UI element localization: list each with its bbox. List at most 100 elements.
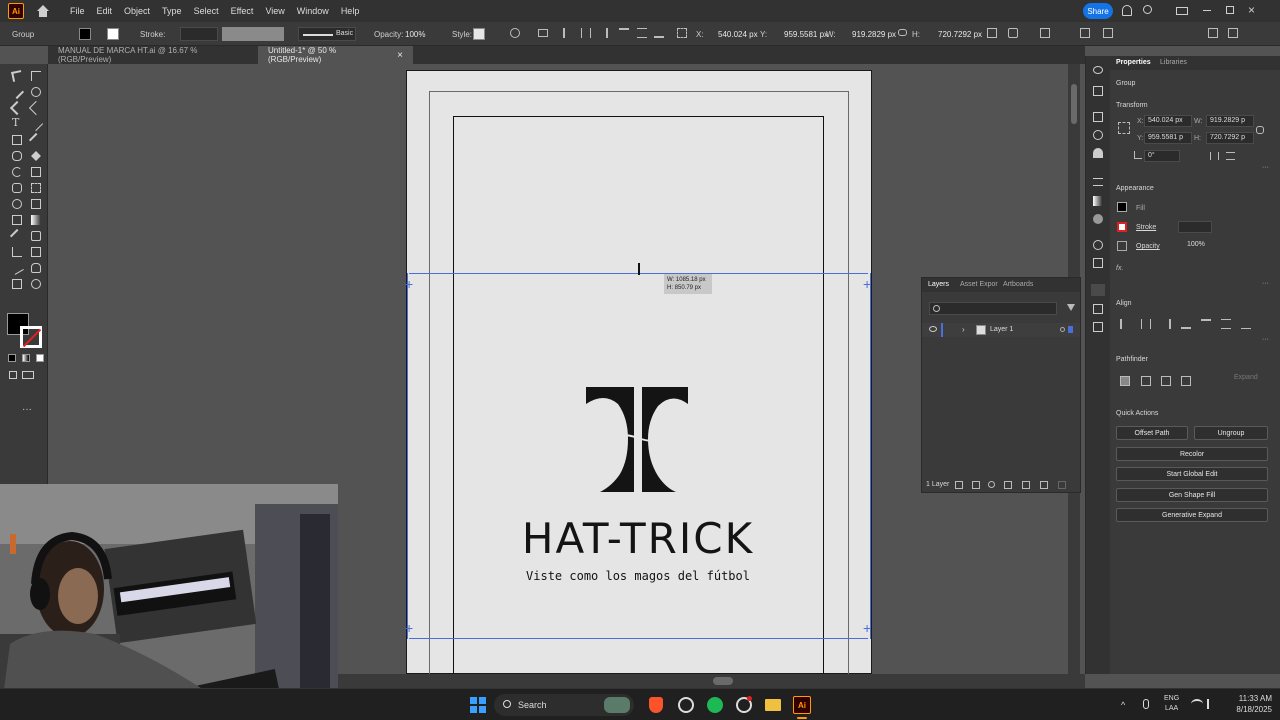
y-field[interactable]: 959.5581 p [1144,132,1192,144]
shape-builder-icon[interactable] [12,199,22,209]
align-top-icon[interactable] [1201,319,1211,329]
tab-manual-de-marca[interactable]: MANUAL DE MARCA HT.ai @ 16.67 % (RGB/Pre… [48,46,258,64]
constrain-proportions-icon[interactable] [1256,126,1264,134]
layers-panel-icon[interactable] [1091,284,1105,296]
none-mode-icon[interactable] [36,354,44,362]
free-transform-icon[interactable] [31,183,41,193]
graphic-styles-panel-icon[interactable] [1093,258,1103,268]
x-field[interactable]: 540.024 px [1144,115,1192,127]
brave-browser-icon[interactable] [649,697,663,713]
selection-handle-br[interactable]: + [863,621,871,635]
ht-monogram-logo[interactable] [584,384,692,496]
layer-name[interactable]: Layer 1 [990,326,1013,333]
quick-access-icon[interactable] [1103,28,1113,38]
align-hcenter-icon[interactable] [581,28,591,38]
horizontal-scrollbar[interactable] [338,674,1085,688]
menu-object[interactable]: Object [124,6,150,16]
artboard-tool-icon[interactable] [31,247,41,257]
region-label[interactable]: LAA [1165,705,1178,712]
gradient-panel-icon[interactable] [1093,196,1103,206]
magic-wand-icon[interactable] [9,84,25,100]
align-more-icon[interactable]: ··· [1262,336,1269,343]
tab-layers[interactable]: Layers [928,281,949,288]
tab-properties[interactable]: Properties [1116,59,1151,66]
pathfinder-intersect-icon[interactable] [1161,376,1171,386]
perspective-grid-icon[interactable] [12,215,22,225]
windows-start-icon[interactable] [470,697,486,713]
wifi-icon[interactable] [1191,699,1203,709]
arrange-icon[interactable] [1080,28,1090,38]
menu-view[interactable]: View [265,6,284,16]
transform-icon[interactable] [987,28,997,38]
layers-search-input[interactable] [929,302,1057,315]
w-field[interactable]: 919.2829 p [1206,115,1254,127]
workspace-icon[interactable] [1208,28,1218,38]
tab-artboards[interactable]: Artboards [1003,281,1033,288]
show-hidden-icons-icon[interactable]: ^ [1121,700,1125,710]
target-icon[interactable] [1060,327,1065,332]
color-mode-icon[interactable] [8,354,16,362]
menu-window[interactable]: Window [297,6,329,16]
spotify-icon[interactable] [707,697,723,713]
flip-vertical-icon[interactable] [1226,152,1235,160]
minimize-icon[interactable] [1203,10,1211,11]
pathfinder-exclude-icon[interactable] [1181,376,1191,386]
ungroup-button[interactable]: Ungroup [1194,426,1268,440]
align-bottom-icon[interactable] [654,28,664,38]
selection-handle-bl[interactable]: + [405,621,413,635]
more-options-icon[interactable]: ··· [1262,164,1269,171]
maximize-icon[interactable] [1226,6,1234,14]
symbols-panel-icon[interactable] [1093,148,1103,158]
logo-wordmark[interactable]: HAT-TRICK [498,514,778,563]
recolor-button[interactable]: Recolor [1116,447,1268,461]
artboards-panel-icon[interactable] [1093,322,1103,332]
locate-object-icon[interactable] [972,481,980,489]
properties-panel-icon[interactable] [1093,66,1103,74]
clock-date[interactable]: 8/18/2025 [1230,705,1272,714]
visibility-eye-icon[interactable] [929,326,937,332]
menu-type[interactable]: Type [162,6,182,16]
align-vcenter-icon[interactable] [1221,319,1231,329]
curvature-tool-icon[interactable] [28,100,44,116]
stroke-weight-field[interactable] [1178,221,1212,233]
rectangle-tool-icon[interactable] [12,135,22,145]
home-icon[interactable] [36,5,50,17]
align-vcenter-icon[interactable] [637,28,647,38]
variable-width-profile[interactable] [222,27,284,41]
pathfinder-unite-icon[interactable] [1120,376,1130,386]
arrange-documents-icon[interactable] [1176,7,1188,15]
opacity-value[interactable]: 100% [405,30,425,39]
taskbar-search[interactable]: Search [494,694,634,716]
panel-menu-icon[interactable] [1228,28,1238,38]
gradient-mode-icon[interactable] [22,354,30,362]
slice-tool-icon[interactable] [10,261,24,275]
new-layer-icon[interactable] [1040,481,1048,489]
menu-effect[interactable]: Effect [231,6,254,16]
pen-tool-icon[interactable] [9,100,25,116]
opacity-field[interactable]: 100% [1184,240,1208,252]
width-tool-icon[interactable] [12,183,22,193]
paintbrush-icon[interactable] [28,132,44,148]
eraser-icon[interactable] [31,151,41,161]
illustrator-taskbar-icon[interactable]: Ai [793,696,811,714]
align-to-icon[interactable] [538,29,548,37]
hand-tool-icon[interactable] [31,263,41,273]
reference-point-icon[interactable] [1118,122,1130,134]
fill-swatch[interactable] [1117,202,1127,212]
align-top-icon[interactable] [619,28,629,38]
tab-untitled-1[interactable]: Untitled-1* @ 50 % (RGB/Preview) × [258,46,413,64]
obs-studio-icon[interactable] [736,696,752,713]
scale-tool-icon[interactable] [31,167,41,177]
x-field[interactable]: 540.024 px [718,30,758,39]
type-tool-icon[interactable]: T [12,116,19,129]
angle-field[interactable]: 0° [1144,150,1180,162]
volume-icon[interactable] [1207,699,1217,709]
stroke-label[interactable]: Stroke [1136,224,1156,231]
start-global-edit-button[interactable]: Start Global Edit [1116,467,1268,481]
menu-file[interactable]: File [70,6,85,16]
appearance-more-icon[interactable]: ··· [1262,280,1269,287]
search-layer-icon[interactable] [988,481,995,488]
chatgpt-icon[interactable] [678,697,694,713]
stroke-swatch[interactable] [1117,222,1127,232]
lasso-icon[interactable] [31,87,41,97]
